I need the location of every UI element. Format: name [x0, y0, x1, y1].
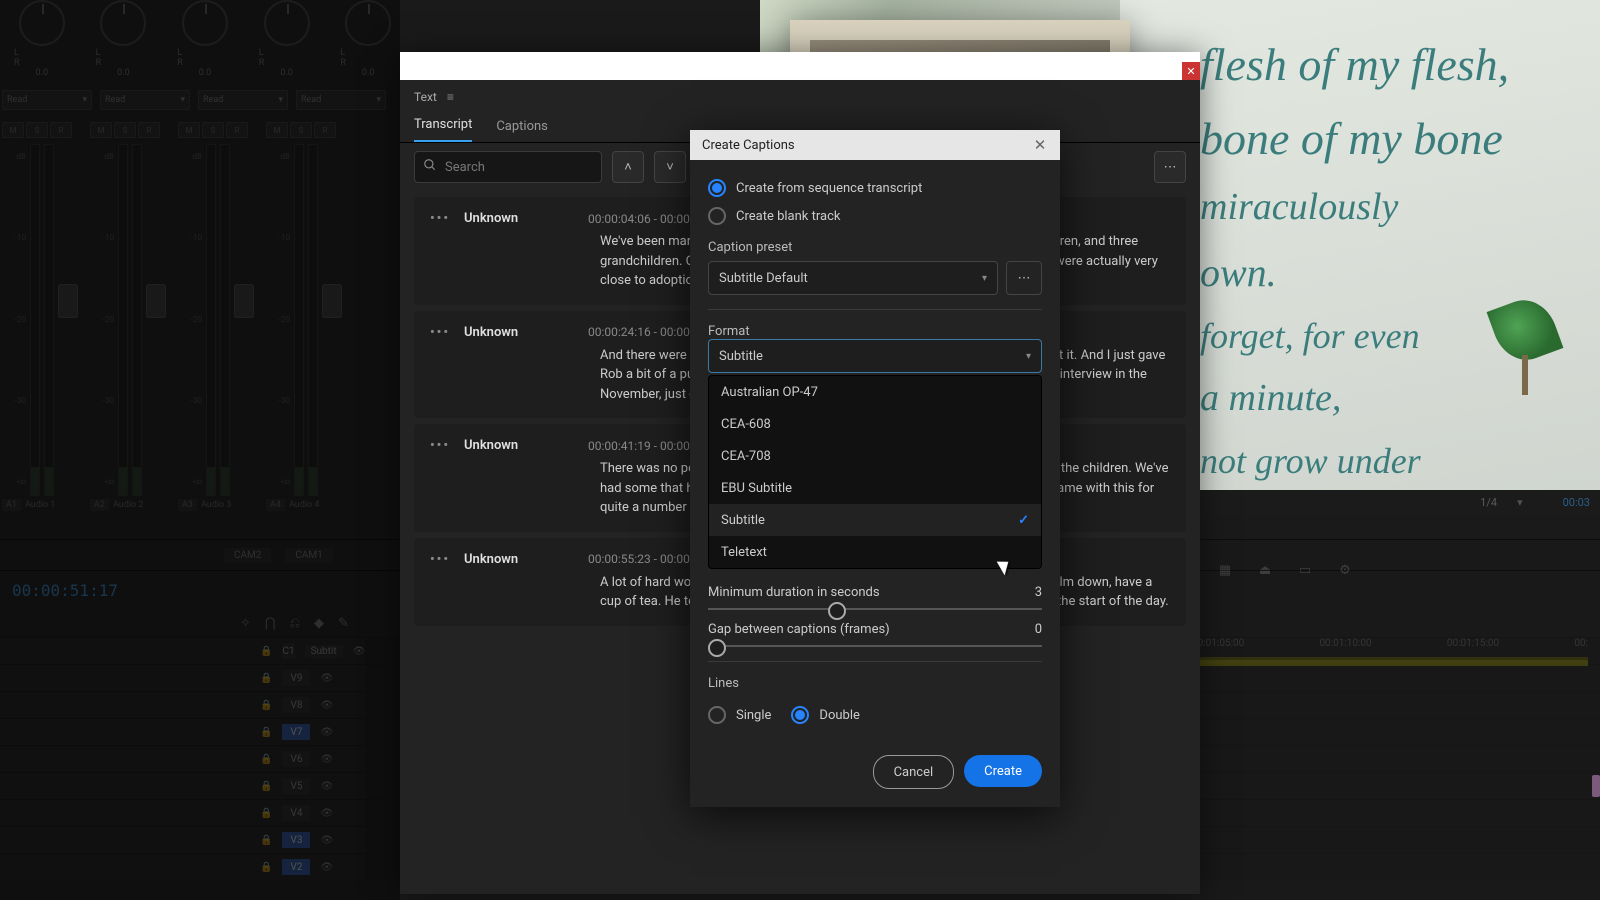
audio-mixer: L R0.0 L R0.0 L R0.0 L R0.0 L R0.0 Read▾…: [0, 0, 410, 535]
next-button[interactable]: ˅: [654, 151, 686, 183]
preset-select[interactable]: Subtitle Default ▾: [708, 261, 998, 295]
preset-more-button[interactable]: ⋯: [1006, 261, 1042, 295]
chevron-down-icon: ▾: [1026, 351, 1031, 362]
lines-option-double[interactable]: Double: [791, 701, 859, 729]
lines-option-single[interactable]: Single: [708, 701, 771, 729]
radio-off-icon: [708, 706, 726, 724]
caption-preset-label: Caption preset: [708, 240, 1042, 255]
tab-captions[interactable]: Captions: [496, 119, 548, 142]
more-options-button[interactable]: ⋯: [1154, 151, 1186, 183]
video-text-line: bone of my bone: [1200, 110, 1580, 168]
check-icon: ✓: [1018, 513, 1029, 528]
format-option[interactable]: Australian OP-47: [709, 376, 1041, 408]
search-input[interactable]: Search: [414, 151, 602, 183]
prev-button[interactable]: ˄: [612, 151, 644, 183]
format-label: Format: [708, 324, 1042, 339]
search-icon: [423, 158, 437, 176]
min-duration-slider[interactable]: [708, 608, 1042, 610]
cam-tab[interactable]: CAM1: [285, 548, 332, 563]
wrench-icon[interactable]: ✎: [338, 616, 349, 631]
source-option-blank[interactable]: Create blank track: [708, 202, 1042, 230]
gap-value[interactable]: 0: [1035, 622, 1042, 637]
min-duration-label: Minimum duration in seconds: [708, 585, 880, 600]
format-dropdown-menu: Australian OP-47 CEA-608 CEA-708 EBU Sub…: [708, 375, 1042, 569]
cancel-button[interactable]: Cancel: [873, 755, 955, 789]
close-button[interactable]: ✕: [1182, 62, 1200, 80]
radio-off-icon: [708, 207, 726, 225]
video-text-line: flesh of my flesh,: [1200, 36, 1580, 94]
segment-menu-icon[interactable]: •••: [430, 211, 450, 226]
mouse-cursor: [1000, 558, 1014, 578]
fader-thumb[interactable]: [58, 284, 78, 318]
cam-tab[interactable]: CAM2: [224, 548, 271, 563]
min-duration-value[interactable]: 3: [1035, 585, 1042, 600]
format-option[interactable]: Teletext: [709, 536, 1041, 568]
marker-icon[interactable]: ◆: [314, 616, 324, 631]
lines-label: Lines: [708, 676, 1042, 691]
video-text-line: own.: [1200, 248, 1580, 298]
format-option-selected[interactable]: Subtitle ✓: [709, 504, 1041, 536]
source-option-transcript[interactable]: Create from sequence transcript: [708, 174, 1042, 202]
magnet-icon[interactable]: ⋂: [265, 616, 276, 631]
zoom-level[interactable]: 1/4: [1480, 496, 1497, 509]
format-option[interactable]: CEA-608: [709, 408, 1041, 440]
timeline-timecode[interactable]: 00:00:51:17: [12, 581, 118, 600]
automation-mode-select[interactable]: Read▾: [2, 90, 92, 110]
format-option[interactable]: CEA-708: [709, 440, 1041, 472]
format-option[interactable]: EBU Subtitle: [709, 472, 1041, 504]
link-icon[interactable]: ⎌: [290, 616, 300, 631]
viewer-timecode: 00:03: [1563, 496, 1590, 509]
chevron-down-icon: ▾: [982, 273, 987, 284]
radio-on-icon: [708, 179, 726, 197]
video-text-line: not grow under: [1200, 439, 1580, 484]
create-button[interactable]: Create: [964, 755, 1042, 787]
gap-label: Gap between captions (frames): [708, 622, 890, 637]
radio-on-icon: [791, 706, 809, 724]
panel-menu-icon[interactable]: ≡: [447, 90, 454, 104]
video-text-line: miraculously: [1200, 184, 1580, 232]
format-select[interactable]: Subtitle ▾: [708, 339, 1042, 373]
create-captions-dialog: Create Captions ✕ Create from sequence t…: [690, 130, 1060, 807]
gap-slider[interactable]: [708, 645, 1042, 647]
dialog-close-button[interactable]: ✕: [1032, 136, 1048, 154]
dialog-title: Create Captions: [702, 138, 795, 153]
panel-title: Text: [414, 90, 437, 104]
tab-transcript[interactable]: Transcript: [414, 117, 472, 142]
snap-icon[interactable]: ✧: [240, 616, 251, 631]
